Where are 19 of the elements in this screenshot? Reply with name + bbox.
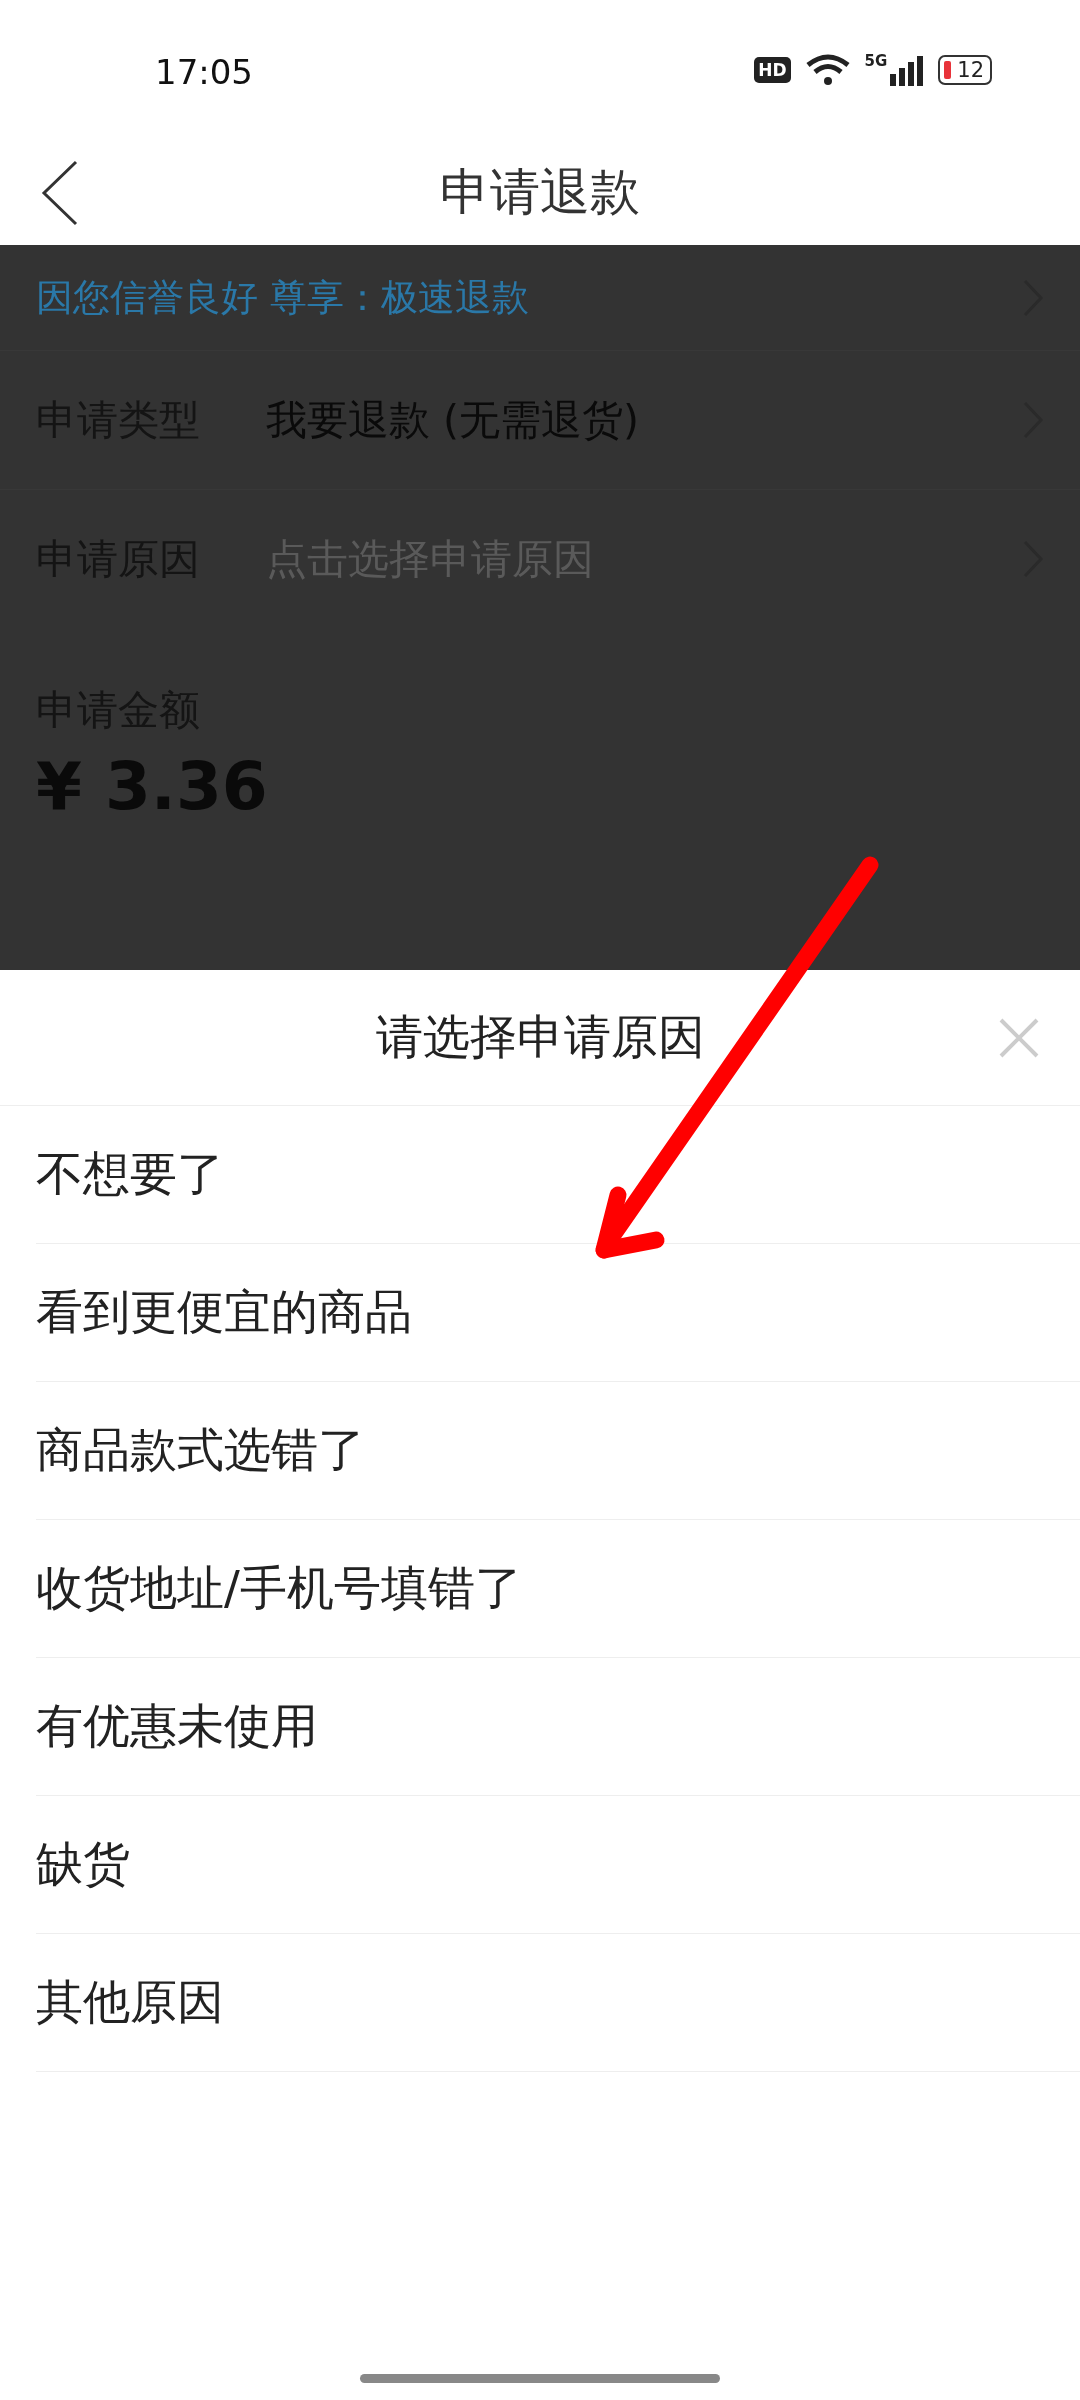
reason-option[interactable]: 商品款式选错了 bbox=[36, 1382, 1080, 1520]
home-indicator[interactable] bbox=[360, 2374, 720, 2383]
back-icon[interactable] bbox=[40, 159, 80, 226]
signal-icon bbox=[890, 54, 925, 86]
hd-badge: HD bbox=[754, 57, 791, 83]
battery-icon: 12 bbox=[938, 55, 992, 85]
status-time: 17:05 bbox=[155, 51, 253, 92]
reason-option[interactable]: 收货地址/手机号填错了 bbox=[36, 1520, 1080, 1658]
banner-text: 因您信誉良好 尊享：极速退款 bbox=[36, 274, 529, 321]
reason-option[interactable]: 有优惠未使用 bbox=[36, 1658, 1080, 1796]
close-icon[interactable] bbox=[998, 1016, 1040, 1059]
reason-option[interactable]: 看到更便宜的商品 bbox=[36, 1244, 1080, 1382]
reason-option[interactable]: 缺货 bbox=[36, 1796, 1080, 1934]
reason-option[interactable]: 不想要了 bbox=[36, 1106, 1080, 1244]
network-label: 5G bbox=[864, 54, 888, 69]
sheet-title: 请选择申请原因 bbox=[375, 1008, 705, 1066]
page-title: 申请退款 bbox=[439, 162, 641, 223]
reason-option[interactable]: 其他原因 bbox=[36, 1934, 1080, 2072]
wifi-icon bbox=[804, 53, 851, 87]
